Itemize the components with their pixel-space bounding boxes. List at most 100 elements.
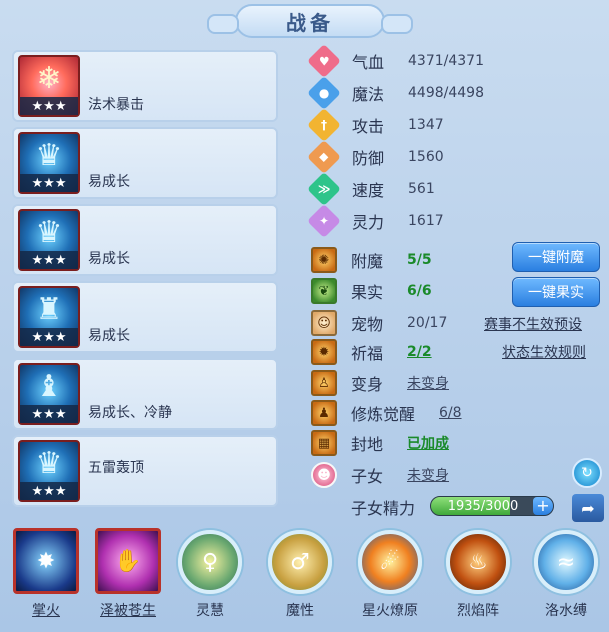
- popsicle-icon[interactable]: ❄ ★★★: [18, 55, 80, 117]
- stat-row-defense: ◆ 防御 1560: [307, 140, 603, 174]
- bottom-skill-label: 灵慧: [196, 603, 224, 619]
- palm-fire-icon[interactable]: ✸: [13, 528, 79, 594]
- skill-row[interactable]: ♛ ★★★ 五雷轰顶: [12, 435, 278, 507]
- heart-icon: ♥: [307, 44, 341, 78]
- star-rating: ★★★: [20, 405, 78, 423]
- transform-row: ♙ 变身 未变身: [308, 368, 603, 398]
- fruit-label: 果实: [351, 283, 384, 302]
- stat-value: 4371/4371: [408, 53, 484, 69]
- fief-row: ▦ 封地 已加成: [308, 428, 603, 458]
- stat-row-attack: † 攻击 1347: [307, 108, 603, 142]
- awaken-row: ♟ 修炼觉醒 6/8: [308, 398, 603, 428]
- child-icon: ☻: [311, 462, 337, 488]
- skill-row[interactable]: ♜ ★★★ 易成长: [12, 281, 278, 353]
- skill-row[interactable]: ♝ ★★★ 易成长、冷静: [12, 358, 278, 430]
- skill-row[interactable]: ❄ ★★★ 法术暴击: [12, 50, 278, 122]
- skill-row[interactable]: ♛ ★★★ 易成长: [12, 204, 278, 276]
- panel-title: 战备: [207, 4, 413, 38]
- enchant-icon: ✺: [311, 247, 337, 273]
- bottom-skill[interactable]: ♂ 魔性: [262, 528, 338, 620]
- skill-name: 法术暴击: [88, 97, 144, 113]
- bottom-skill[interactable]: ♀ 灵慧: [172, 528, 248, 620]
- bottom-skill[interactable]: ✸ 掌火: [8, 528, 84, 620]
- fief-icon: ▦: [311, 430, 337, 456]
- stat-value: 1617: [408, 213, 444, 229]
- blessing-icon: ✹: [311, 339, 337, 365]
- star-rating: ★★★: [20, 174, 78, 192]
- stat-value: 1560: [408, 149, 444, 165]
- water-bind-icon[interactable]: ≈: [534, 530, 598, 594]
- add-energy-button[interactable]: +: [533, 497, 553, 515]
- child-energy-bar: 1935/3000 +: [430, 496, 554, 516]
- awaken-label: 修炼觉醒: [351, 405, 416, 424]
- prairie-fire-icon[interactable]: ☄: [358, 530, 422, 594]
- bottom-skill[interactable]: ✋ 泽被苍生: [90, 528, 166, 620]
- child-energy-label: 子女精力: [351, 499, 416, 518]
- pet-icon: ☺: [311, 310, 337, 336]
- armor-icon[interactable]: ♝ ★★★: [18, 363, 80, 425]
- attack-icon: †: [307, 108, 341, 142]
- enchant-value: 5/5: [407, 252, 432, 268]
- bottom-skill-label: 掌火: [32, 603, 60, 619]
- skill-name: 易成长: [88, 251, 130, 267]
- bottom-skill-label: 洛水缚: [545, 603, 587, 619]
- armor-icon[interactable]: ♛ ★★★: [18, 440, 80, 502]
- blessing-hand-icon[interactable]: ✋: [95, 528, 161, 594]
- stat-row-speed: ≫ 速度 561: [307, 172, 603, 206]
- defense-icon: ◆: [307, 140, 341, 174]
- star-rating: ★★★: [20, 251, 78, 269]
- skill-list: ❄ ★★★ 法术暴击 ♛ ★★★ 易成长 ♛ ★★★ 易成长 ♜ ★★★ 易成长…: [12, 50, 278, 512]
- status-rules-link[interactable]: 状态生效规则: [502, 342, 586, 362]
- skill-name: 易成长: [88, 174, 130, 190]
- star-rating: ★★★: [20, 97, 78, 115]
- child-row: ☻ 子女 未变身: [308, 460, 603, 490]
- fief-value[interactable]: 已加成: [407, 433, 449, 453]
- wisdom-icon[interactable]: ♀: [178, 530, 242, 594]
- stat-label: 灵力: [352, 213, 385, 232]
- demonic-icon[interactable]: ♂: [268, 530, 332, 594]
- stat-label: 速度: [352, 181, 385, 200]
- share-icon[interactable]: ➦: [572, 494, 604, 522]
- bottom-skill[interactable]: ☄ 星火燎原: [352, 528, 428, 620]
- star-rating: ★★★: [20, 328, 78, 346]
- bottom-skill-label: 魔性: [286, 603, 314, 619]
- armor-icon[interactable]: ♜ ★★★: [18, 286, 80, 348]
- skill-name: 易成长: [88, 328, 130, 344]
- energy-value: 1935/3000: [447, 498, 519, 514]
- transform-value[interactable]: 未变身: [407, 373, 449, 393]
- stat-label: 魔法: [352, 85, 385, 104]
- stat-value: 561: [408, 181, 435, 197]
- armor-icon[interactable]: ♛ ★★★: [18, 209, 80, 271]
- stat-value: 4498/4498: [408, 85, 484, 101]
- transform-label: 变身: [351, 375, 384, 394]
- armor-icon[interactable]: ♛ ★★★: [18, 132, 80, 194]
- skill-row[interactable]: ♛ ★★★ 易成长: [12, 127, 278, 199]
- stat-label: 气血: [352, 53, 385, 72]
- fruit-all-button[interactable]: 一键果实: [512, 277, 600, 307]
- fief-label: 封地: [351, 435, 384, 454]
- skill-name: 五雷轰顶: [88, 460, 144, 476]
- blessing-label: 祈福: [351, 344, 384, 363]
- skill-name: 易成长、冷静: [88, 405, 172, 421]
- bottom-skill[interactable]: ≈ 洛水缚: [528, 528, 604, 620]
- mana-icon: ●: [307, 76, 341, 110]
- bottom-skill-label: 星火燎原: [362, 603, 418, 619]
- spirit-icon: ✦: [307, 204, 341, 238]
- child-label: 子女: [351, 467, 384, 486]
- fruit-icon: ❦: [311, 278, 337, 304]
- awaken-icon: ♟: [311, 400, 337, 426]
- stat-row-spirit: ✦ 灵力 1617: [307, 204, 603, 238]
- awaken-value[interactable]: 6/8: [439, 405, 462, 421]
- bottom-skill-bar: ✸ 掌火 ✋ 泽被苍生 ♀ 灵慧 ♂ 魔性 ☄ 星火燎原 ♨ 烈焰阵 ≈ 洛水缚: [0, 528, 609, 632]
- flame-array-icon[interactable]: ♨: [446, 530, 510, 594]
- enchant-all-button[interactable]: 一键附魔: [512, 242, 600, 272]
- child-value[interactable]: 未变身: [407, 465, 449, 485]
- event-preset-link[interactable]: 赛事不生效预设: [484, 314, 582, 334]
- speed-icon: ≫: [307, 172, 341, 206]
- pet-value: 20/17: [407, 315, 448, 331]
- fruit-value: 6/6: [407, 283, 432, 299]
- bottom-skill[interactable]: ♨ 烈焰阵: [440, 528, 516, 620]
- stat-label: 攻击: [352, 117, 385, 136]
- child-switch-button[interactable]: ↻: [572, 458, 602, 488]
- blessing-value[interactable]: 2/2: [407, 344, 432, 360]
